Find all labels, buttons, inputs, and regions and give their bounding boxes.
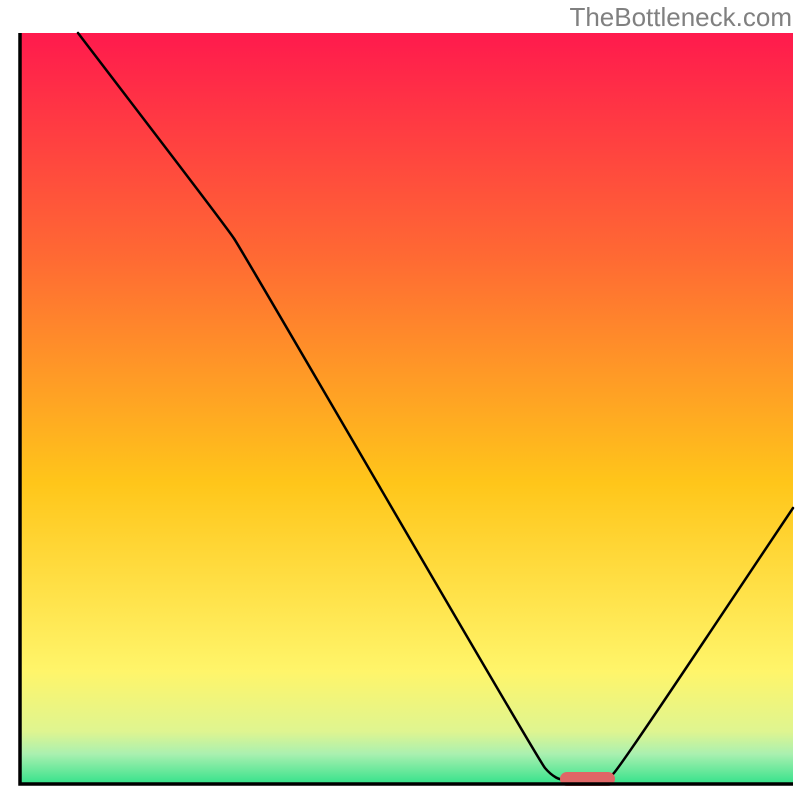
chart-svg — [0, 0, 800, 800]
chart-background — [20, 33, 793, 784]
watermark-text: TheBottleneck.com — [569, 2, 792, 33]
bottleneck-chart: TheBottleneck.com — [0, 0, 800, 800]
